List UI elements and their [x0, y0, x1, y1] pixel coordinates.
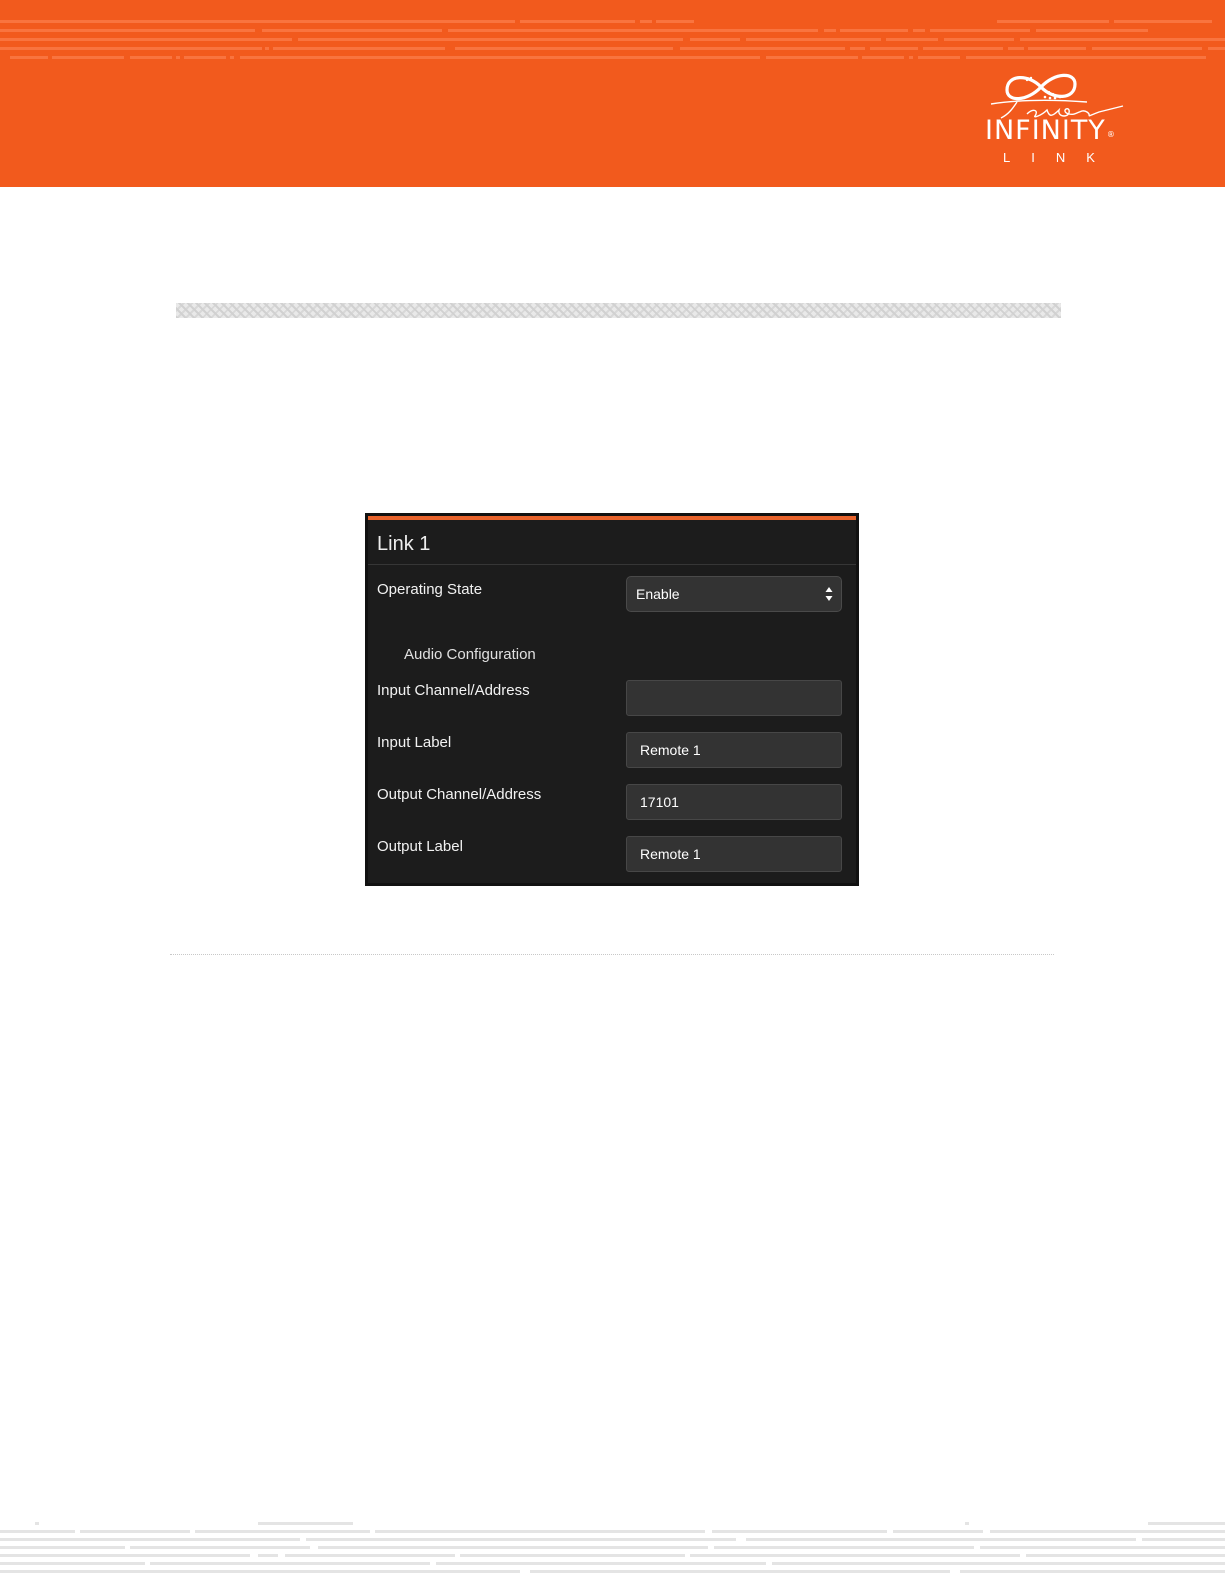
header-banner: INFINITY® LINK — [0, 0, 1225, 187]
output-channel-label: Output Channel/Address — [377, 786, 542, 803]
section-rule — [170, 954, 1054, 955]
operating-state-label: Operating State — [377, 581, 483, 598]
panel-accent-bar — [368, 516, 856, 520]
operating-state-value: Enable — [636, 586, 680, 602]
input-channel-field[interactable] — [626, 680, 842, 716]
output-label-field[interactable]: Remote 1 — [626, 836, 842, 872]
footer-stripes — [0, 1520, 1225, 1585]
output-label-label: Output Label — [377, 838, 463, 855]
brand-name: INFINITY® — [985, 115, 1116, 146]
link-config-panel: Link 1 Operating State Enable Audio Conf… — [365, 513, 859, 886]
footer-stripes-graphic — [0, 1522, 1225, 1573]
operating-state-select[interactable]: Enable — [626, 576, 842, 612]
input-label-field[interactable]: Remote 1 — [626, 732, 842, 768]
select-arrows-icon — [825, 587, 833, 601]
input-label-label: Input Label — [377, 734, 452, 751]
sub-brand: LINK — [1003, 150, 1116, 165]
input-channel-label: Input Channel/Address — [377, 682, 530, 699]
output-channel-field[interactable]: 17101 — [626, 784, 842, 820]
telos-infinity-link-logo: INFINITY® LINK — [985, 68, 1135, 178]
panel-divider — [368, 564, 856, 565]
audio-configuration-heading: Audio Configuration — [404, 646, 536, 663]
panel-title: Link 1 — [377, 533, 431, 555]
banner-stripes — [0, 20, 1225, 59]
registered-mark: ® — [1106, 130, 1116, 139]
section-heading-band — [176, 303, 1061, 318]
